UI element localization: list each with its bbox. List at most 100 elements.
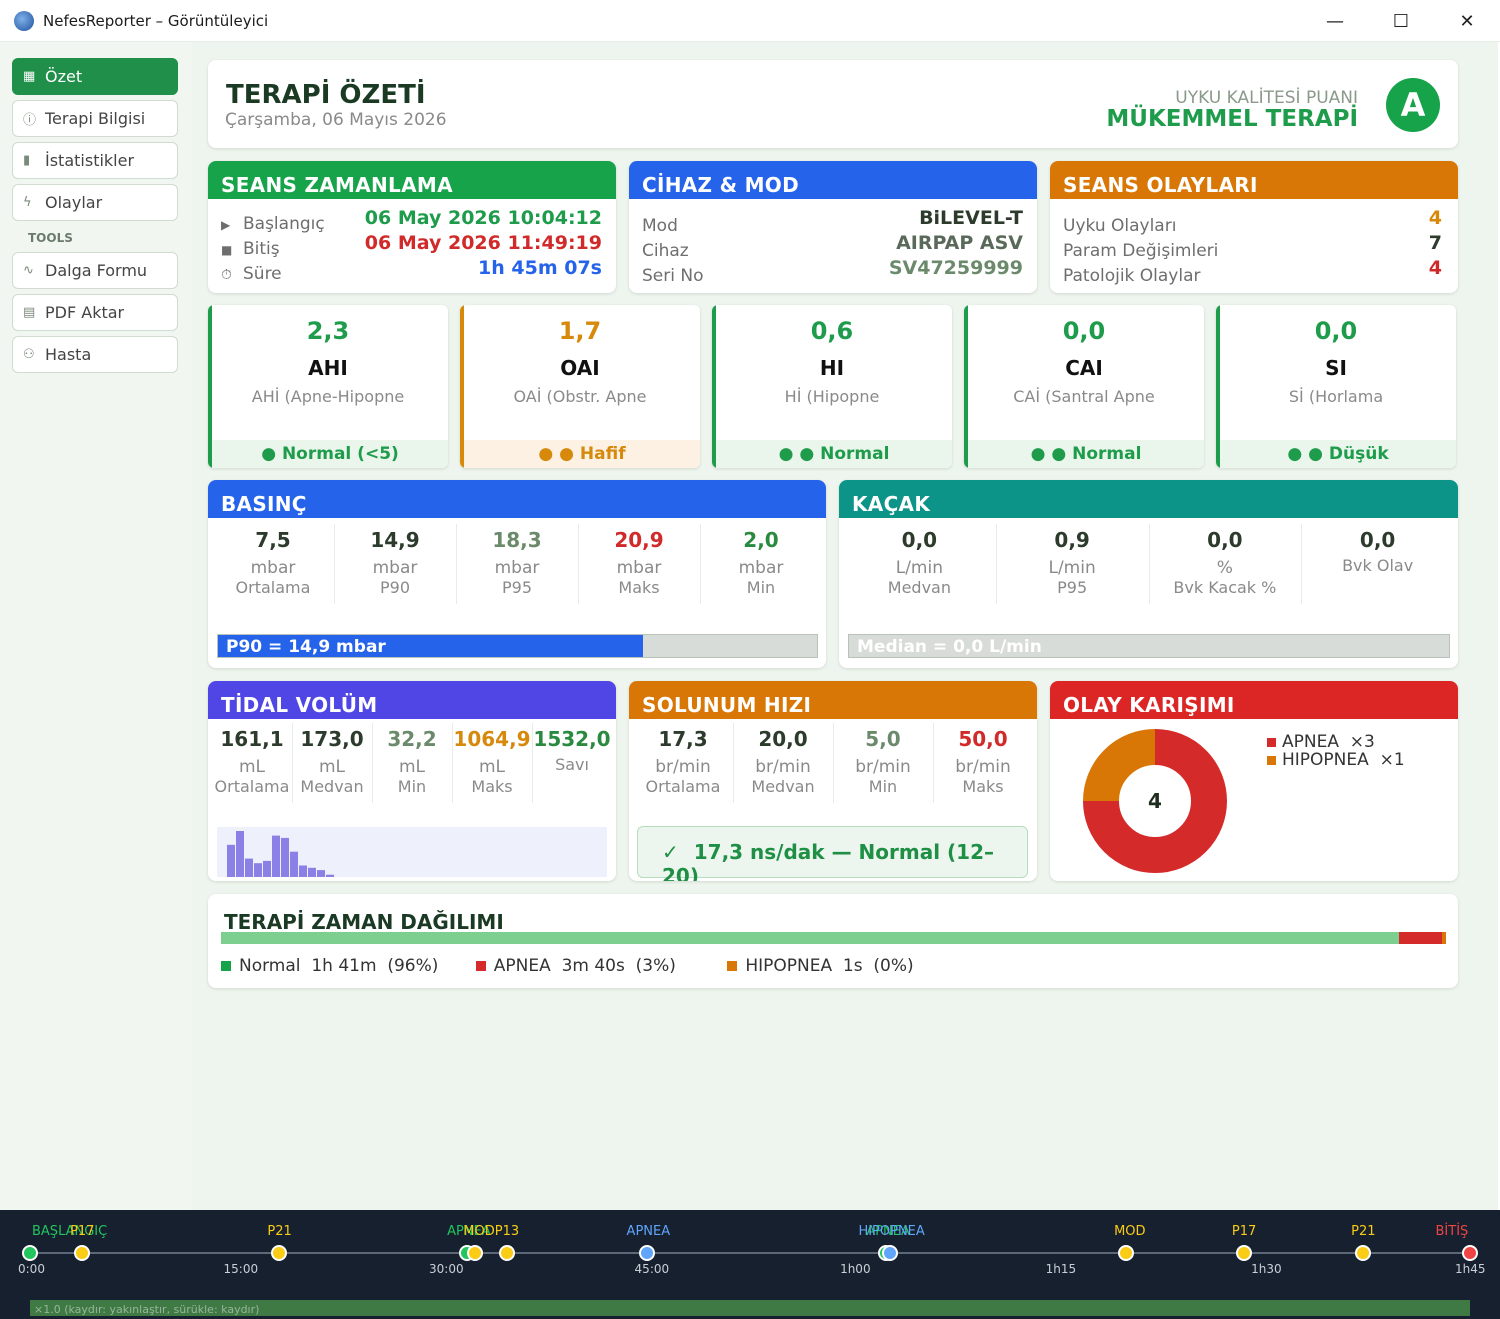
document-icon: ▤ (23, 305, 36, 320)
histogram-bar (326, 874, 334, 877)
stat-caption: P95 (501, 578, 532, 597)
minimize-button[interactable]: — (1302, 0, 1368, 42)
stat-divider (733, 723, 734, 803)
pathologic-events-value: 4 (1428, 257, 1442, 279)
device-card: CİHAZ & MOD Mod BiLEVEL-T Cihaz AIRPAP A… (629, 161, 1037, 293)
event-mix-card: OLAY KARIŞIMI 4 APNEA ×3 HIPOPNEA ×1 (1050, 681, 1458, 881)
title-bar: NefesReporter – Görüntüleyici — ☐ ✕ (0, 0, 1500, 42)
bar-chart-icon: ▮ (23, 153, 31, 168)
close-button[interactable]: ✕ (1434, 0, 1500, 42)
stat-value: 50,0 (958, 727, 1008, 751)
param-changes-value: 7 (1428, 232, 1442, 254)
sidebar-item-terapi-bilgisi[interactable]: ⓘ Terapi Bilgisi (12, 100, 178, 137)
metric-description: Hİ (Hipopne (784, 387, 880, 406)
bolt-icon: ϟ (23, 195, 32, 210)
resp-rate-title: SOLUNUM HIZI (629, 681, 1037, 719)
stat-unit: mL (478, 757, 506, 777)
stat-divider (700, 524, 701, 604)
timeline-axis (30, 1252, 1470, 1254)
timeline-event-marker[interactable] (1118, 1245, 1135, 1261)
timeline-event-marker[interactable] (1235, 1245, 1252, 1261)
stat-column: 5,0 br/min Min (833, 727, 933, 796)
stat-value: 0,0 (901, 528, 938, 552)
stat-caption: Maks (618, 578, 660, 597)
duration-label: ⏱ Süre (221, 264, 282, 284)
histogram-bar (272, 835, 280, 877)
timeline-tick-label: 1h15 (1045, 1262, 1077, 1276)
metric-card-cai: 0,0 CAI CAİ (Santral Apne ● ● Normal (964, 305, 1204, 468)
check-icon: ✓ (662, 840, 679, 864)
stat-column: 0,0% Bvk Kacak % (1149, 528, 1302, 597)
stat-caption: Min (746, 578, 776, 597)
metric-name: OAI (560, 356, 600, 380)
stat-caption: Ortalama (235, 578, 311, 597)
sidebar-item-istatistikler[interactable]: ▮ İstatistikler (12, 142, 178, 179)
legend-swatch (1267, 738, 1276, 747)
stat-value: 1064,9 (453, 727, 531, 751)
timeline-event-marker[interactable] (638, 1245, 655, 1261)
leak-card: KAÇAK 0,0 L/min Medvan 0,9 L/min P95 0,0% Bvk K… (839, 480, 1458, 668)
legend-swatch (727, 961, 738, 971)
metric-status: ● ● Normal (716, 440, 952, 468)
timeline-event-label: P13 (494, 1224, 520, 1239)
legend-item-apnea: APNEA ×3 (1267, 733, 1405, 751)
stat-unit: % (1216, 558, 1233, 578)
pathologic-events-label: Patolojik Olaylar (1063, 266, 1201, 286)
metric-description: Sİ (Horlama (1288, 387, 1384, 406)
sidebar-item-olaylar[interactable]: ϟ Olaylar (12, 184, 178, 221)
timeline-event-label: BİTİŞ (1435, 1224, 1469, 1239)
sidebar-item-label: Olaylar (45, 193, 103, 212)
sidebar-item-hasta[interactable]: ⚇ Hasta (12, 336, 178, 373)
sidebar-item-dalga-formu[interactable]: ∿ Dalga Formu (12, 252, 178, 289)
timeline-event-marker[interactable] (1462, 1245, 1478, 1261)
end-value: 06 May 2026 11:49:19 (364, 232, 602, 254)
stop-icon: ■ (221, 243, 233, 257)
timeline-tick-label: 45:00 (634, 1262, 670, 1276)
stat-unit: L/min (1048, 558, 1096, 578)
event-mix-donut: 4 (1083, 729, 1227, 873)
stat-caption: Min (397, 777, 427, 796)
timeline-event-label: P17 (70, 1224, 95, 1239)
end-label: ■ Bitiş (221, 239, 280, 259)
stat-unit: br/min (755, 757, 811, 777)
metric-status: ● ● Normal (968, 440, 1204, 468)
waveform-icon: ∿ (23, 263, 34, 278)
timeline-event-label: APNEA (626, 1224, 671, 1239)
serial-value: SV47259999 (888, 257, 1023, 279)
user-icon: ⚇ (23, 347, 35, 362)
leak-title: KAÇAK (839, 480, 1458, 518)
stat-caption: Medvan (300, 777, 364, 796)
stat-unit: mL (398, 757, 426, 777)
sleep-events-label: Uyku Olayları (1063, 216, 1177, 236)
metric-status: ● Normal (<5) (212, 440, 448, 468)
stat-value: 173,0 (300, 727, 364, 751)
timeline-scrollbar[interactable]: ×1.0 (kaydır: yakınlaştır, sürükle: kayd… (30, 1300, 1470, 1316)
stat-divider (933, 723, 934, 803)
quality-value: MÜKEMMEL TERAPİ (1106, 106, 1358, 132)
pressure-p90-bar: P90 = 14,9 mbar (217, 634, 818, 658)
stat-column: 18,3 mbar P95 (456, 528, 578, 597)
timeline-event-marker[interactable] (498, 1245, 515, 1261)
stat-value: 17,3 (658, 727, 708, 751)
stat-caption: Ortalama (214, 777, 290, 796)
legend-item-hipopnea: HIPOPNEA 1s (0%) (727, 956, 914, 976)
time-dist-legend: Normal 1h 41m (96%) APNEA 3m 40s (3%) HI… (221, 956, 914, 976)
timeline-event-label: P21 (1351, 1224, 1376, 1239)
timeline-tick-label: 1h00 (840, 1262, 871, 1276)
timeline-tick-label: 15:00 (223, 1262, 259, 1276)
start-value: 06 May 2026 10:04:12 (364, 207, 602, 229)
histogram-bar (263, 860, 271, 877)
maximize-button[interactable]: ☐ (1368, 0, 1434, 42)
info-icon: ⓘ (23, 113, 37, 128)
legend-item-apnea: APNEA 3m 40s (3%) (475, 956, 676, 976)
stat-divider (833, 723, 834, 803)
timeline-event-marker[interactable] (74, 1245, 91, 1261)
timeline-event-marker[interactable] (22, 1245, 38, 1261)
sidebar-item-pdf-aktar[interactable]: ▤ PDF Aktar (12, 294, 178, 331)
tidal-volume-card: TİDAL VOLÜM 161,1 mL Ortalama 173,0 mL Medvan… (208, 681, 616, 881)
sidebar-item-ozet[interactable]: ▦ Özet (12, 58, 178, 95)
stat-column: 1532,0 Savı (532, 727, 612, 774)
sidebar: ▦ Özet ⓘ Terapi Bilgisi ▮ İstatistikler … (0, 42, 192, 1210)
resp-rate-status: ✓ 17,3 ns/dak — Normal (12–20) (637, 826, 1028, 881)
timeline-event-marker[interactable] (1355, 1245, 1372, 1261)
